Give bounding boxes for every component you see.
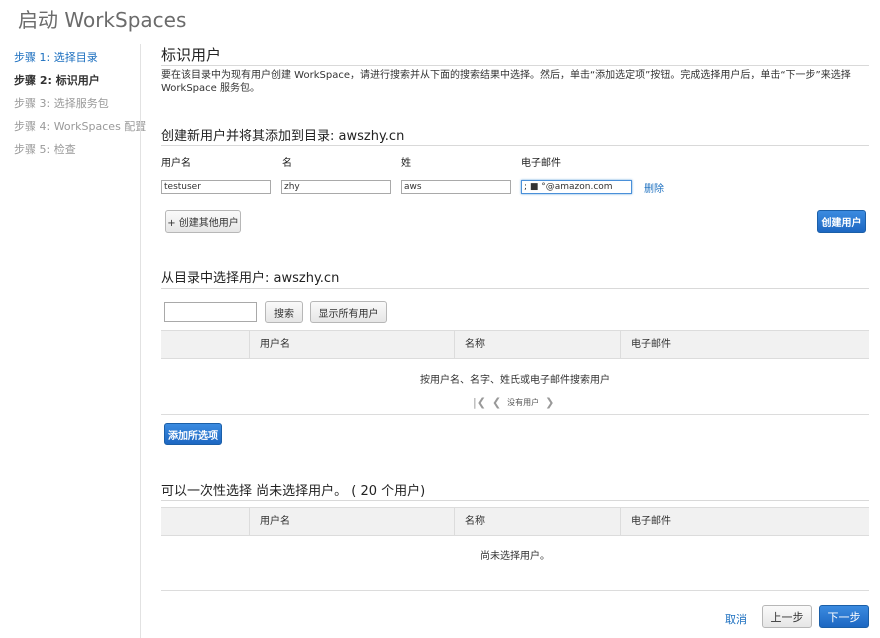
pagination-status: 没有用户 — [507, 398, 540, 407]
step-4: 步骤 4: WorkSpaces 配置 — [14, 120, 147, 133]
empty-search-message: 按用户名、名字、姓氏或电子邮件搜索用户 — [420, 375, 610, 386]
step-2-current: 步骤 2: 标识用户 — [14, 74, 100, 87]
add-selected-button[interactable]: 添加所选项 — [164, 423, 222, 445]
delete-link[interactable]: 删除 — [644, 180, 664, 195]
nav-divider — [140, 44, 141, 638]
col-label-lastname: 姓 — [401, 158, 411, 169]
col-label-firstname: 名 — [282, 158, 292, 169]
no-selected-users-message: 尚未选择用户。 — [480, 551, 550, 562]
add-other-user-button[interactable]: + 创建其他用户 — [165, 210, 241, 233]
pagination: |❮ ❮ 没有用户 ❯ — [473, 396, 554, 409]
search-input[interactable] — [164, 302, 257, 322]
column-header-email[interactable]: 电子邮件 — [620, 508, 869, 535]
selected-users-table: 用户名 名称 电子邮件 尚未选择用户。 — [161, 507, 869, 591]
page-title: 启动 WorkSpaces — [18, 8, 187, 32]
lastname-input[interactable]: aws — [401, 180, 511, 194]
previous-button[interactable]: 上一步 — [762, 605, 812, 628]
step-1-link[interactable]: 步骤 1: 选择目录 — [14, 46, 139, 69]
section-title-select: 从目录中选择用户: awszhy.cn — [161, 271, 340, 286]
divider — [161, 288, 869, 289]
table-header: 用户名 名称 电子邮件 — [161, 507, 869, 536]
table-header: 用户名 名称 电子邮件 — [161, 330, 869, 359]
show-all-users-button[interactable]: 显示所有用户 — [310, 301, 387, 323]
username-input[interactable]: testuser — [161, 180, 271, 194]
firstname-input[interactable]: zhy — [281, 180, 391, 194]
column-header-email[interactable]: 电子邮件 — [620, 331, 869, 358]
prev-page-icon[interactable]: ❮ — [492, 396, 501, 409]
col-label-username: 用户名 — [161, 158, 191, 169]
step-5: 步骤 5: 检查 — [14, 143, 76, 156]
column-header-username[interactable]: 用户名 — [249, 508, 454, 535]
next-page-icon[interactable]: ❯ — [545, 396, 554, 409]
divider — [161, 65, 869, 66]
email-input[interactable]: ; ■ °@amazon.com — [521, 180, 632, 194]
step-3: 步骤 3: 选择服务包 — [14, 97, 109, 110]
divider — [161, 145, 869, 146]
divider — [161, 500, 869, 501]
first-page-icon[interactable]: |❮ — [473, 396, 486, 409]
column-header-name[interactable]: 名称 — [454, 331, 620, 358]
create-user-button[interactable]: 创建用户 — [817, 210, 866, 233]
directory-users-table: 用户名 名称 电子邮件 按用户名、名字、姓氏或电子邮件搜索用户 |❮ ❮ 没有用… — [161, 330, 869, 415]
section-title-create: 创建新用户并将其添加到目录: awszhy.cn — [161, 129, 405, 144]
cancel-link[interactable]: 取消 — [725, 611, 747, 627]
search-button[interactable]: 搜索 — [265, 301, 303, 323]
next-button[interactable]: 下一步 — [819, 605, 869, 628]
select-column-header — [161, 331, 249, 358]
wizard-steps: 步骤 1: 选择目录 步骤 2: 标识用户 步骤 3: 选择服务包 步骤 4: … — [14, 46, 147, 161]
select-column-header — [161, 508, 249, 535]
section-title-identify: 标识用户 — [161, 46, 222, 64]
column-header-name[interactable]: 名称 — [454, 508, 620, 535]
column-header-username[interactable]: 用户名 — [249, 331, 454, 358]
col-label-email: 电子邮件 — [521, 158, 561, 169]
section-title-selected: 可以一次性选择 尚未选择用户。 ( 20 个用户) — [161, 484, 426, 499]
identify-description: 要在该目录中为现有用户创建 WorkSpace，请进行搜索并从下面的搜索结果中选… — [161, 70, 851, 94]
